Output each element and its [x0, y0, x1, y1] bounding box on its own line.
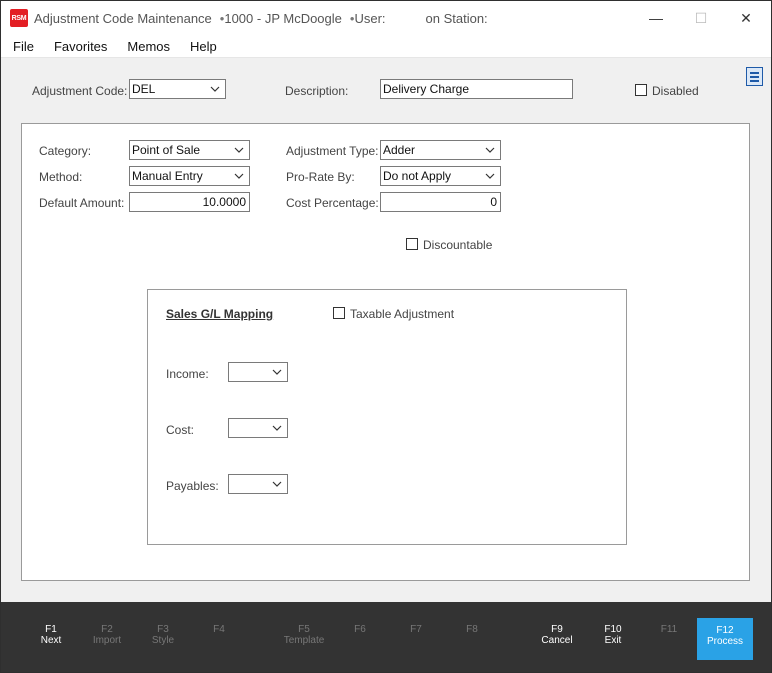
title-user-code: 1000 - JP McDoogle — [224, 11, 342, 26]
menu-favorites[interactable]: Favorites — [52, 39, 109, 54]
menu-file[interactable]: File — [11, 39, 36, 54]
category-label: Category: — [39, 144, 92, 158]
f9-cancel-button[interactable]: F9 Cancel — [529, 624, 585, 646]
menu-help[interactable]: Help — [188, 39, 219, 54]
fkey-name: Style — [151, 635, 175, 646]
chevron-down-icon — [234, 147, 244, 153]
adjustment-code-select[interactable]: DEL — [129, 79, 226, 99]
adjustment-type-select[interactable]: Adder — [380, 140, 501, 160]
default-amount-input[interactable]: 10.0000 — [129, 192, 250, 212]
fkey-name: Template — [283, 635, 325, 646]
f10-exit-button[interactable]: F10 Exit — [585, 624, 641, 646]
chevron-down-icon — [272, 481, 282, 487]
fkey-label: F10 — [604, 624, 622, 635]
fkey-name: Next — [40, 635, 62, 646]
chevron-down-icon — [272, 369, 282, 375]
title-bar: RSM Adjustment Code Maintenance •1000 - J… — [1, 1, 771, 35]
description-input[interactable]: Delivery Charge — [380, 79, 573, 99]
taxable-adjustment-checkbox[interactable] — [333, 307, 345, 319]
pro-rate-select[interactable]: Do not Apply — [380, 166, 501, 186]
adjustment-code-value: DEL — [132, 82, 156, 96]
chevron-down-icon — [485, 147, 495, 153]
app-logo-icon: RSM — [10, 9, 28, 27]
f6-button[interactable]: F6 — [332, 624, 388, 635]
cost-percentage-value: 0 — [490, 195, 497, 209]
fkey-name: Process — [706, 636, 744, 647]
fkey-label: F7 — [410, 624, 422, 635]
fkey-label: F4 — [213, 624, 225, 635]
adjustment-type-label: Adjustment Type: — [286, 144, 379, 158]
default-amount-value: 10.0000 — [202, 195, 246, 209]
cost-percentage-input[interactable]: 0 — [380, 192, 501, 212]
fkey-label: F11 — [660, 624, 678, 635]
f1-next-button[interactable]: F1 Next — [23, 624, 79, 646]
minimize-button[interactable]: — — [633, 1, 679, 35]
payables-label: Payables: — [166, 479, 219, 493]
disabled-label: Disabled — [652, 84, 699, 98]
income-select[interactable] — [228, 362, 288, 382]
cost-percentage-label: Cost Percentage: — [286, 196, 379, 210]
menu-memos[interactable]: Memos — [125, 39, 172, 54]
app-window: RSM Adjustment Code Maintenance •1000 - J… — [0, 0, 772, 673]
fkey-label: F3 — [157, 624, 169, 635]
fkey-name: Import — [92, 635, 122, 646]
f3-style-button[interactable]: F3 Style — [135, 624, 191, 646]
title-station-label: on Station: — [425, 11, 488, 26]
cost-select[interactable] — [228, 418, 288, 438]
method-value: Manual Entry — [132, 169, 203, 183]
category-value: Point of Sale — [132, 143, 201, 157]
menu-bar: File Favorites Memos Help — [1, 35, 771, 58]
disabled-checkbox[interactable] — [635, 84, 647, 96]
fkey-label: F9 — [551, 624, 563, 635]
window-title-text: Adjustment Code Maintenance — [34, 11, 212, 26]
adjustment-code-label: Adjustment Code: — [32, 84, 128, 98]
discountable-label: Discountable — [423, 238, 493, 252]
payables-select[interactable] — [228, 474, 288, 494]
description-value: Delivery Charge — [383, 82, 470, 96]
fkey-label: F8 — [466, 624, 478, 635]
maximize-button[interactable]: ☐ — [678, 1, 724, 35]
discountable-checkbox[interactable] — [406, 238, 418, 250]
f8-button[interactable]: F8 — [444, 624, 500, 635]
pro-rate-label: Pro-Rate By: — [286, 170, 355, 184]
close-button[interactable]: ✕ — [723, 1, 769, 35]
fkey-name: Exit — [604, 635, 622, 646]
fkey-name: Cancel — [541, 635, 573, 646]
fkey-label: F12 — [716, 625, 734, 636]
cost-label: Cost: — [166, 423, 195, 437]
description-label: Description: — [285, 84, 349, 98]
f7-button[interactable]: F7 — [388, 624, 444, 635]
window-title: Adjustment Code Maintenance •1000 - JP Mc… — [34, 11, 488, 26]
f11-button[interactable]: F11 — [641, 624, 697, 635]
f5-template-button[interactable]: F5 Template — [276, 624, 332, 646]
chevron-down-icon — [210, 86, 220, 92]
pro-rate-value: Do not Apply — [383, 169, 452, 183]
f12-process-button[interactable]: F12 Process — [697, 618, 753, 660]
gl-mapping-title: Sales G/L Mapping — [166, 307, 274, 321]
gl-mapping-panel: Sales G/L Mapping Taxable Adjustment Inc… — [147, 289, 627, 545]
income-label: Income: — [166, 367, 209, 381]
category-select[interactable]: Point of Sale — [129, 140, 250, 160]
chevron-down-icon — [234, 173, 244, 179]
default-amount-label: Default Amount: — [39, 196, 125, 210]
f2-import-button[interactable]: F2 Import — [79, 624, 135, 646]
adjustment-type-value: Adder — [383, 143, 416, 157]
hamburger-menu-icon[interactable] — [746, 67, 763, 86]
fkey-label: F2 — [101, 624, 113, 635]
chevron-down-icon — [485, 173, 495, 179]
method-select[interactable]: Manual Entry — [129, 166, 250, 186]
details-panel: Category: Point of Sale Method: Manual E… — [21, 123, 750, 581]
taxable-adjustment-label: Taxable Adjustment — [350, 307, 455, 321]
f4-button[interactable]: F4 — [191, 624, 247, 635]
title-user-label: User: — [354, 11, 386, 26]
function-key-bar: F1 Next F2 Import F3 Style F4 F5 Templat… — [1, 602, 771, 672]
chevron-down-icon — [272, 425, 282, 431]
fkey-label: F1 — [45, 624, 57, 635]
fkey-label: F6 — [354, 624, 366, 635]
fkey-label: F5 — [298, 624, 310, 635]
method-label: Method: — [39, 170, 83, 184]
